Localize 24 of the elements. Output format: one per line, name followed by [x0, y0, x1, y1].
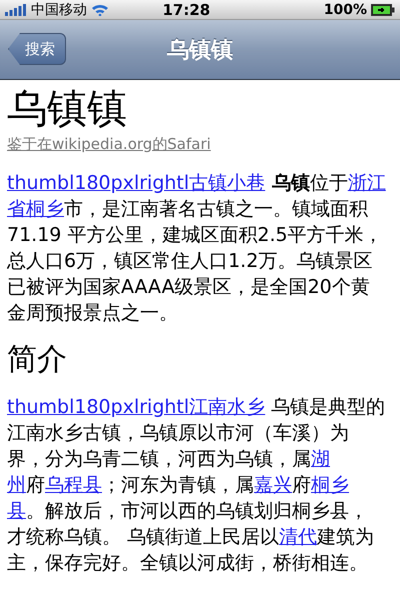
article-link[interactable]: 桐乡 [311, 474, 349, 496]
clock: 17:28 [161, 0, 212, 18]
article-link[interactable]: 清代 [279, 526, 318, 548]
battery-icon [371, 4, 395, 16]
back-button[interactable]: 搜索 [8, 33, 66, 65]
carrier-name: 中国移动 [31, 0, 87, 18]
article-link[interactable]: 浙江 [348, 172, 386, 194]
navigation-title: 乌镇镇 [167, 36, 233, 64]
article-link[interactable]: thumbl180pxlrightl古镇小巷 [7, 172, 266, 194]
battery-percent: 100% [324, 2, 367, 18]
source-link[interactable]: 鉴于在wikipedia.org的Safari [7, 135, 211, 154]
section-heading: 简介 [7, 342, 68, 378]
article-link[interactable]: 州 [7, 474, 26, 496]
article-link[interactable]: 嘉兴 [254, 474, 292, 496]
wifi-icon [91, 3, 109, 16]
article-paragraph: thumbl180pxlrightl江南水乡 乌镇是典型的 江南水乡古镇，乌镇原以市河（车溪）为 界，分为乌青二镇，河西为乌镇，属湖 州府乌程县；河东为青镇，属嘉兴府桐乡 县。解放后，市河以西的乌镇划归桐乡县， 才统称乌镇。 乌镇街道上民居以清代建筑为 主，保存完好。全镇以河成街，桥街相连。 [7, 395, 386, 576]
article-link[interactable]: 县 [7, 500, 26, 522]
article-paragraph: thumbl180pxlrightl古镇小巷 乌镇位于浙江 省桐乡市，是江南著名古镇之一。镇域面积 71.19 平方公里，建城区面积2.5平方千米， 总人口6万，镇区常住人口1.2万。乌镇景区 已被评为国家AAAA级景区，是全国20个黄 金周预报景点之一。 [7, 171, 387, 326]
article-link[interactable]: thumbl180pxlrightl江南水乡 [7, 396, 266, 418]
article-link[interactable]: 省桐乡 [7, 198, 64, 220]
signal-icon [5, 4, 27, 16]
article-link[interactable]: 乌程县 [45, 474, 102, 496]
article-title: 乌镇镇 [7, 86, 128, 132]
article-link[interactable]: 湖 [311, 448, 330, 470]
